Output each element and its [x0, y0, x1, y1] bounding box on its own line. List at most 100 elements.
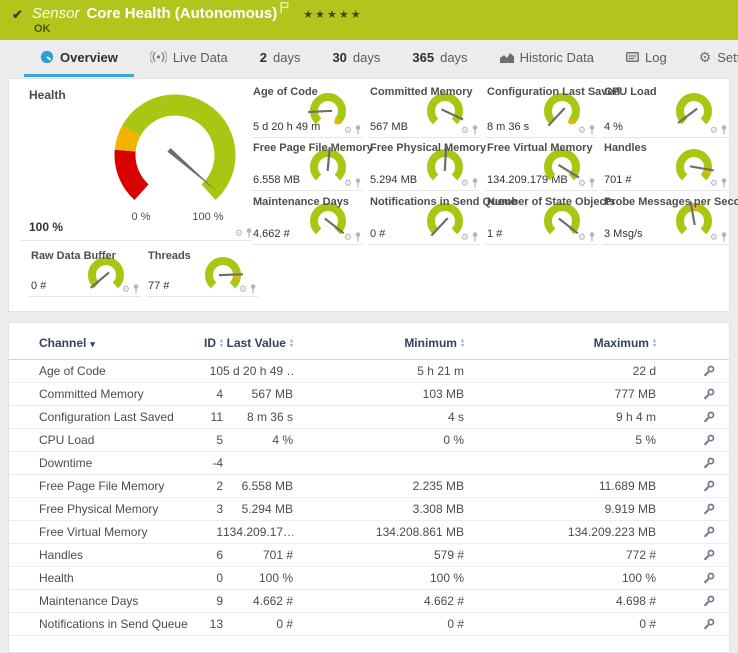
channel-settings-button[interactable]: [656, 360, 729, 383]
tab-365-days[interactable]: 365 days: [396, 40, 483, 77]
channel-settings-button[interactable]: [656, 590, 729, 613]
table-row[interactable]: Handles6701 #579 #772 #: [9, 544, 729, 567]
gauge-gear-icon[interactable]: ⚙: [235, 229, 243, 238]
pin-icon[interactable]: [245, 228, 253, 238]
gauge-gear-icon[interactable]: ⚙: [461, 179, 469, 188]
channel-settings-button[interactable]: [656, 429, 729, 452]
gauge-value: 77 #: [148, 280, 169, 292]
cell-max: 0 #: [464, 613, 656, 636]
pin-icon[interactable]: [471, 125, 479, 135]
gauge-gear-icon[interactable]: ⚙: [239, 285, 247, 294]
pin-icon[interactable]: [354, 125, 362, 135]
tab-30-days[interactable]: 30 days: [316, 40, 396, 77]
tab-settings[interactable]: ⚙ Settings: [683, 40, 738, 77]
health-gauge-cell[interactable]: Health 0 % 100 % 100 % ⚙: [21, 83, 254, 241]
priority-flag-icon[interactable]: [280, 2, 289, 13]
column-header-actions: [656, 332, 729, 360]
channel-settings-button[interactable]: [656, 498, 729, 521]
table-row[interactable]: Downtime-4: [9, 452, 729, 475]
tab-2-days[interactable]: 2 days: [244, 40, 317, 77]
gauge-cell[interactable]: CPU Load 4 % ⚙: [602, 85, 729, 138]
table-row[interactable]: Age of Code105 d 20 h 49 …5 h 21 m22 d: [9, 360, 729, 383]
pin-icon[interactable]: [720, 125, 728, 135]
gauge-cell[interactable]: Maintenance Days 4.662 # ⚙: [251, 195, 363, 245]
column-header-last-value[interactable]: Last Value▴▾: [223, 332, 293, 360]
gauge-scale-min: 0 %: [121, 211, 161, 223]
overview-panel: Health 0 % 100 % 100 % ⚙ Age of Code 5 d…: [8, 78, 730, 312]
table-row[interactable]: Free Page File Memory26.558 MB2.235 MB11…: [9, 475, 729, 498]
channel-settings-button[interactable]: [656, 383, 729, 406]
pin-icon[interactable]: [588, 125, 596, 135]
tab-historic-data[interactable]: Historic Data: [484, 40, 610, 77]
status-ok-check-icon: ✔: [12, 7, 23, 23]
table-row[interactable]: Notifications in Send Queue130 #0 #0 #: [9, 613, 729, 636]
channel-settings-button[interactable]: [656, 452, 729, 475]
tab-log[interactable]: Log: [610, 40, 683, 77]
channel-settings-button[interactable]: [656, 521, 729, 544]
gauge-cell[interactable]: Free Page File Memory 6.558 MB ⚙: [251, 141, 363, 191]
gauge-gear-icon[interactable]: ⚙: [344, 233, 352, 242]
gauge-cell[interactable]: Committed Memory 567 MB ⚙: [368, 85, 480, 138]
gauge-gear-icon[interactable]: ⚙: [461, 233, 469, 242]
wrench-icon: [702, 457, 715, 470]
pin-icon[interactable]: [471, 232, 479, 242]
table-row[interactable]: Configuration Last Saved118 m 36 s4 s9 h…: [9, 406, 729, 429]
gauge-gear-icon[interactable]: ⚙: [578, 126, 586, 135]
gauge-cell[interactable]: Threads 77 # ⚙: [146, 249, 258, 297]
sensor-status-banner: ✔ Sensor Core Health (Autonomous) ★★★★★ …: [0, 0, 738, 40]
gauge-cell[interactable]: Number of State Objects 1 # ⚙: [485, 195, 597, 245]
cell-channel: Free Virtual Memory: [9, 521, 197, 544]
table-row[interactable]: Free Physical Memory35.294 MB3.308 MB9.9…: [9, 498, 729, 521]
gauge-gear-icon[interactable]: ⚙: [461, 126, 469, 135]
table-row[interactable]: Free Virtual Memory1134.209.17…134.208.8…: [9, 521, 729, 544]
pin-icon[interactable]: [720, 178, 728, 188]
gauge-gear-icon[interactable]: ⚙: [578, 179, 586, 188]
column-header-minimum[interactable]: Minimum▴▾: [293, 332, 464, 360]
gauge-gear-icon[interactable]: ⚙: [344, 179, 352, 188]
column-header-channel[interactable]: Channel▾: [9, 332, 197, 360]
column-header-maximum[interactable]: Maximum▴▾: [464, 332, 656, 360]
table-row[interactable]: Committed Memory4567 MB103 MB777 MB: [9, 383, 729, 406]
pin-icon[interactable]: [588, 178, 596, 188]
wrench-icon: [702, 503, 715, 516]
priority-stars[interactable]: ★★★★★: [303, 8, 362, 21]
channel-settings-button[interactable]: [656, 544, 729, 567]
channel-settings-button[interactable]: [656, 613, 729, 636]
table-row[interactable]: CPU Load54 %0 %5 %: [9, 429, 729, 452]
pin-icon[interactable]: [471, 178, 479, 188]
pin-icon[interactable]: [132, 284, 140, 294]
pin-icon[interactable]: [588, 232, 596, 242]
gauge-title: Configuration Last Saved: [487, 86, 620, 98]
gauge-gear-icon[interactable]: ⚙: [578, 233, 586, 242]
gauge-cell[interactable]: Free Physical Memory 5.294 MB ⚙: [368, 141, 480, 191]
cell-last: 8 m 36 s: [223, 406, 293, 429]
gauge-cell[interactable]: Notifications in Send Queue 0 # ⚙: [368, 195, 480, 245]
gauge-cell[interactable]: Age of Code 5 d 20 h 49 m ⚙: [251, 85, 363, 138]
tab-live-data[interactable]: Live Data: [134, 40, 244, 77]
table-row[interactable]: Health0100 %100 %100 %: [9, 567, 729, 590]
sort-icon: ▴▾: [220, 339, 223, 349]
gauge-gear-icon[interactable]: ⚙: [710, 179, 718, 188]
gauge-gear-icon[interactable]: ⚙: [122, 285, 130, 294]
channel-settings-button[interactable]: [656, 567, 729, 590]
table-row[interactable]: Maintenance Days94.662 #4.662 #4.698 #: [9, 590, 729, 613]
gauge-cell[interactable]: Configuration Last Saved 8 m 36 s ⚙: [485, 85, 597, 138]
pin-icon[interactable]: [354, 178, 362, 188]
column-header-id[interactable]: ID▴▾: [197, 332, 223, 360]
chart-icon: [500, 52, 514, 63]
gauge-gear-icon[interactable]: ⚙: [710, 233, 718, 242]
channel-settings-button[interactable]: [656, 406, 729, 429]
channel-table: Channel▾ ID▴▾ Last Value▴▾ Minimum▴▾ Max…: [9, 332, 729, 636]
gauge-cell[interactable]: Handles 701 # ⚙: [602, 141, 729, 191]
channel-settings-button[interactable]: [656, 475, 729, 498]
gauge-cell[interactable]: Raw Data Buffer 0 # ⚙: [29, 249, 141, 297]
pin-icon[interactable]: [354, 232, 362, 242]
gauge-gear-icon[interactable]: ⚙: [344, 126, 352, 135]
gauge-title: Free Physical Memory: [370, 142, 486, 154]
pin-icon[interactable]: [720, 232, 728, 242]
gauge-cell[interactable]: Free Virtual Memory 134.209.179 MB ⚙: [485, 141, 597, 191]
tab-overview[interactable]: Overview: [24, 40, 134, 77]
gauge-gear-icon[interactable]: ⚙: [710, 126, 718, 135]
pin-icon[interactable]: [249, 284, 257, 294]
gauge-cell[interactable]: Probe Messages per Second 3 Msg/s ⚙: [602, 195, 729, 245]
